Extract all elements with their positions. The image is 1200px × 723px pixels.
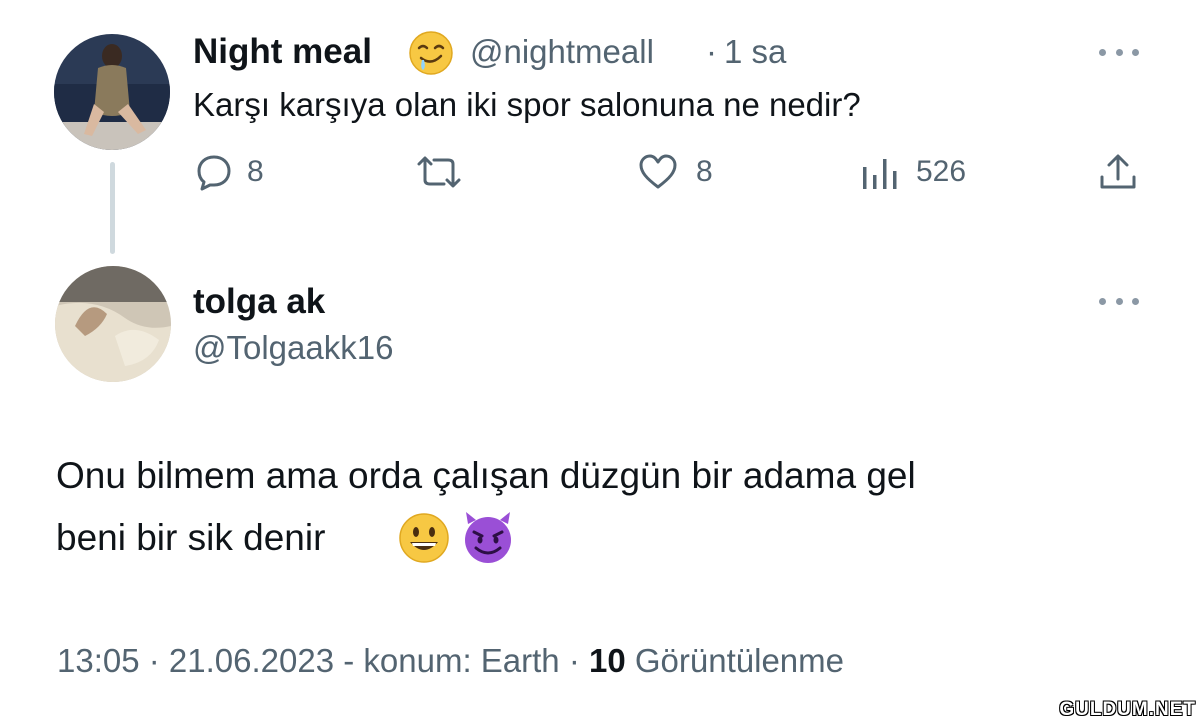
tweet-body-line-2: beni bir sik denir [56, 517, 326, 558]
share-button[interactable] [1097, 150, 1139, 194]
views-count: 526 [916, 155, 967, 188]
views-count: 10 [588, 642, 626, 679]
bar-chart-icon [860, 153, 900, 191]
thread-connector-line [110, 162, 115, 254]
smiling-devil-emoji [460, 510, 516, 571]
timestamp-text[interactable]: 13:05 · 21.06.2023 - konum: Earth · [57, 642, 589, 679]
author-name[interactable]: Night meal [193, 32, 372, 72]
share-upload-icon [1097, 151, 1139, 193]
watermark: GULDUM.NET [1059, 699, 1196, 720]
tweet-body-line-1: Onu bilmem ama orda çalışan düzgün bir a… [56, 455, 916, 496]
author-name[interactable]: tolga ak [193, 282, 325, 322]
tweet-time[interactable]: 1 sa [724, 33, 786, 71]
author-handle[interactable]: @Tolgaakk16 [193, 329, 393, 367]
tweet-timestamp-footer: 13:05 · 21.06.2023 - konum: Earth · 10 G… [57, 642, 844, 680]
avatar-night-meal[interactable] [54, 34, 170, 150]
avatar-tolga-ak[interactable] [55, 266, 171, 382]
like-button[interactable]: 8 [638, 150, 713, 194]
views-label: Görüntülenme [634, 642, 844, 679]
more-dots-icon[interactable] [1099, 45, 1139, 59]
speech-bubble-icon [195, 153, 233, 191]
grinning-face-emoji [398, 512, 450, 569]
tweet-text: Karşı karşıya olan iki spor salonuna ne … [193, 86, 861, 123]
reply-button[interactable]: 8 [195, 150, 264, 194]
author-handle[interactable]: @nightmeall [470, 33, 654, 71]
retweet-icon [414, 153, 464, 191]
drooling-face-emoji [408, 30, 454, 81]
reply-count: 8 [247, 155, 264, 188]
heart-icon [638, 153, 678, 191]
more-dots-icon[interactable] [1099, 294, 1139, 308]
like-count: 8 [696, 155, 713, 188]
views-button[interactable]: 526 [860, 150, 966, 194]
retweet-button[interactable] [414, 150, 464, 194]
separator-dot: · [706, 33, 717, 70]
